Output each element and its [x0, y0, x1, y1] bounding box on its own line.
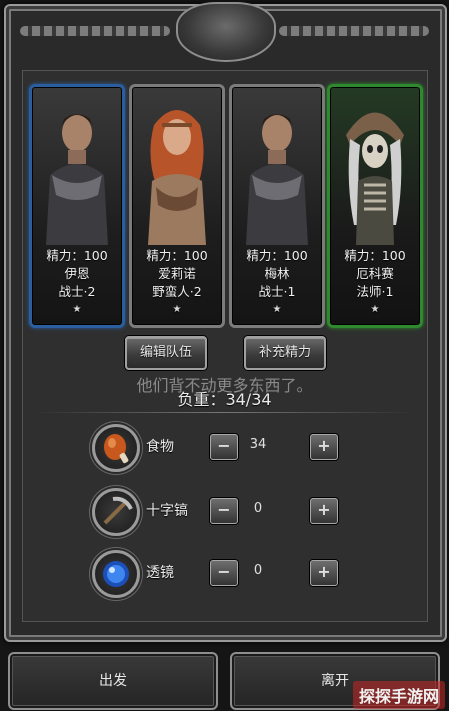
item-name: 十字镐	[146, 503, 188, 519]
hero-energy: 精力：100	[246, 248, 308, 263]
item-row-pickaxe: 十字镐 − 0 +	[92, 488, 352, 536]
depart-button[interactable]: 出发	[8, 652, 218, 710]
hero-name: 爱莉诺	[158, 266, 196, 281]
hero-energy: 精力：100	[344, 248, 406, 263]
hero-portrait-ian	[46, 114, 108, 245]
watermark-logo: 探探手游网	[352, 681, 445, 709]
item-quantity: 0	[253, 501, 263, 516]
decrease-button[interactable]: −	[210, 560, 238, 586]
star-icon: ★	[72, 304, 82, 315]
edit-team-button[interactable]: 编辑队伍	[125, 336, 207, 370]
item-quantity: 34	[249, 437, 267, 452]
hero-portrait-merlin	[246, 114, 308, 245]
decrease-button[interactable]: −	[210, 434, 238, 460]
hero-card-3[interactable]: 精力：100 梅林 战士·1 ★	[229, 84, 325, 328]
hero-stats: 精力：100 梅林 战士·1 ★	[232, 247, 322, 319]
hero-card-1[interactable]: 精力：100 伊恩 战士·2 ★	[29, 84, 125, 328]
hero-class: 战士·2	[58, 284, 96, 299]
item-row-food: 食物 − 34 +	[92, 424, 352, 472]
hero-name: 伊恩	[64, 266, 90, 281]
hero-stats: 精力：100 爱莉诺 野蛮人·2 ★	[132, 247, 222, 319]
divider	[34, 412, 414, 413]
hero-name: 梅林	[264, 266, 290, 281]
star-icon: ★	[172, 304, 182, 315]
increase-button[interactable]: +	[310, 560, 338, 586]
decrease-button[interactable]: −	[210, 498, 238, 524]
increase-button[interactable]: +	[310, 434, 338, 460]
star-icon: ★	[370, 304, 380, 315]
increase-button[interactable]: +	[310, 498, 338, 524]
pickaxe-icon	[92, 488, 140, 536]
hero-class: 法师·1	[356, 284, 394, 299]
hero-stats: 精力：100 厄科赛 法师·1 ★	[330, 247, 420, 319]
replenish-energy-button[interactable]: 补充精力	[244, 336, 326, 370]
item-name: 食物	[146, 439, 174, 455]
hero-class: 战士·1	[258, 284, 296, 299]
load-capacity: 负重：34/34	[177, 390, 272, 409]
item-name: 透镜	[146, 565, 174, 581]
hero-energy: 精力：100	[46, 248, 108, 263]
hero-portrait-echo	[346, 112, 404, 245]
item-row-lens: 透镜 − 0 +	[92, 550, 352, 598]
hero-energy: 精力：100	[146, 248, 208, 263]
hero-name: 厄科赛	[356, 266, 394, 281]
star-icon: ★	[272, 304, 282, 315]
hero-stats: 精力：100 伊恩 战士·2 ★	[32, 247, 122, 319]
hero-portrait-eleanor	[148, 110, 206, 245]
hero-card-2[interactable]: 精力：100 爱莉诺 野蛮人·2 ★	[129, 84, 225, 328]
meat-icon	[92, 424, 140, 472]
hero-roster: 精力：100 伊恩 战士·2 ★ 精力：100 爱莉诺 野蛮人·2 ★ 精力：1…	[29, 84, 423, 328]
chain-decoration-right	[279, 26, 429, 36]
chain-decoration-left	[20, 26, 170, 36]
lens-icon	[92, 550, 140, 598]
hero-class: 野蛮人·2	[152, 284, 202, 299]
hero-card-4[interactable]: 精力：100 厄科赛 法师·1 ★	[327, 84, 423, 328]
crest-emblem	[176, 2, 276, 62]
item-quantity: 0	[253, 563, 263, 578]
